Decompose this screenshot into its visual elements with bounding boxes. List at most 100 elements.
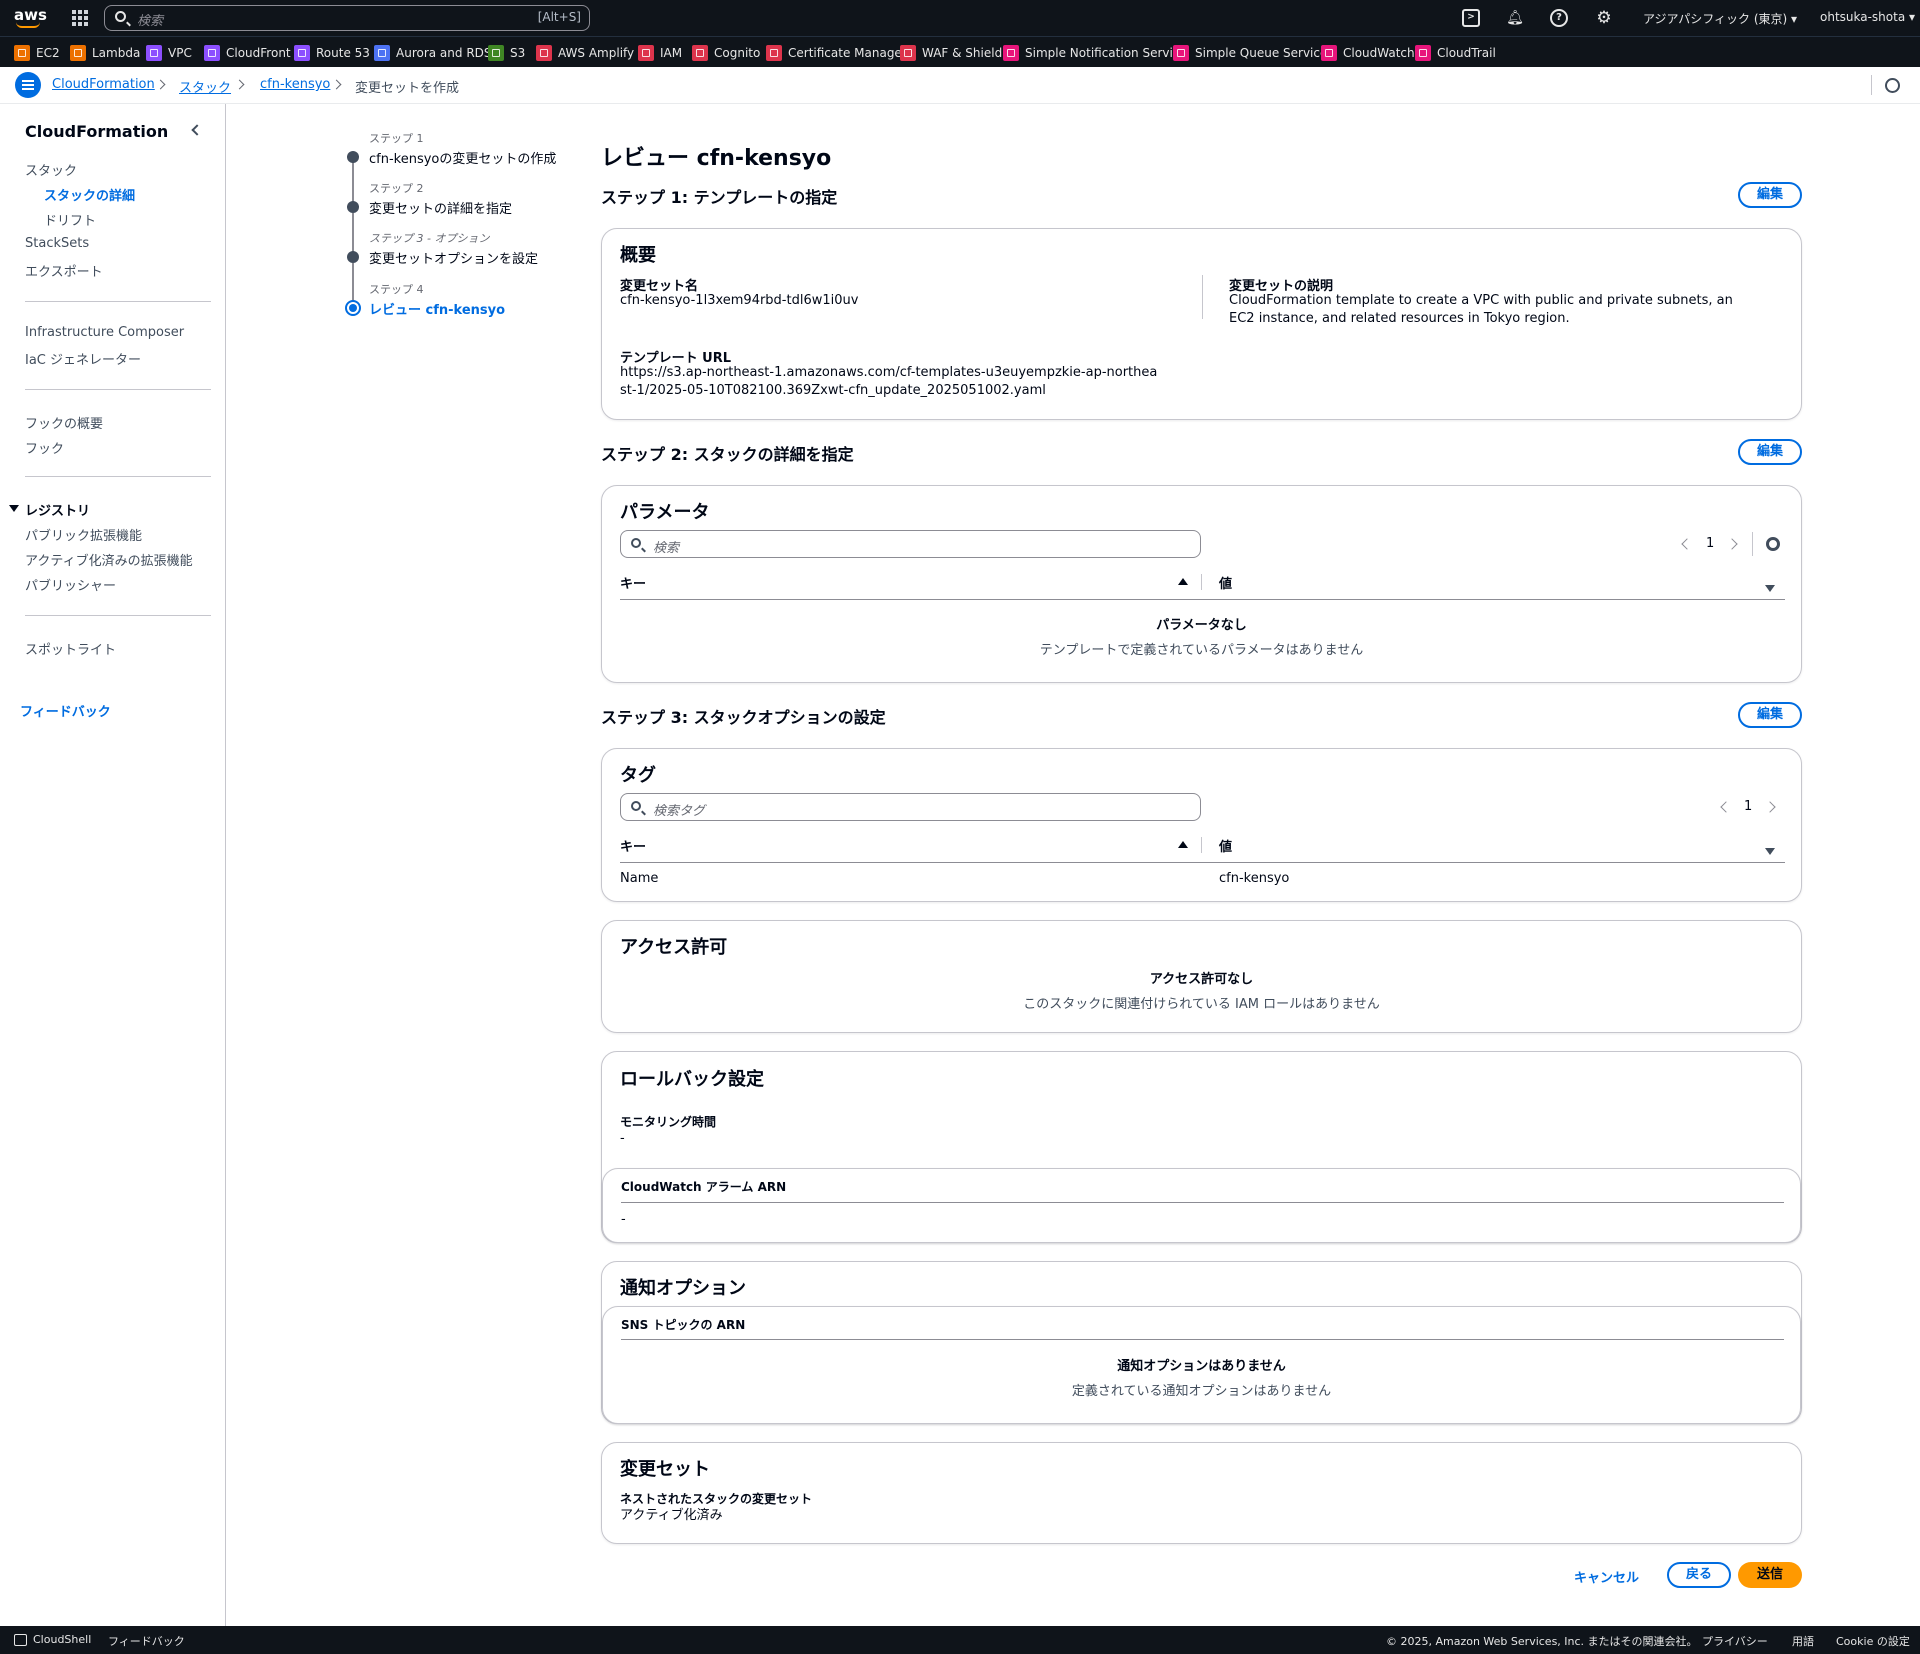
sidenav-item-stack-details[interactable]: スタックの詳細 — [44, 185, 135, 204]
pagination-prev-icon[interactable] — [1720, 801, 1732, 813]
service-icon — [204, 45, 220, 61]
sidenav-feedback-link[interactable]: フィードバック — [20, 701, 111, 720]
table-preferences-gear-icon[interactable] — [1766, 537, 1780, 551]
breadcrumb-cloudformation[interactable]: CloudFormation — [52, 77, 155, 92]
back-button[interactable]: 戻る — [1667, 1562, 1731, 1588]
sidenav-item-hooks[interactable]: フック — [25, 438, 64, 457]
caret-down-icon[interactable] — [9, 505, 19, 512]
favorite-certificate-manager[interactable]: Certificate Manager — [766, 44, 907, 62]
sidenav-item-exports[interactable]: エクスポート — [25, 261, 103, 280]
column-header-key[interactable]: キー — [620, 836, 646, 855]
sort-ascending-icon[interactable] — [1178, 841, 1188, 848]
footer: CloudShell フィードバック © 2025, Amazon Web Se… — [0, 1626, 1920, 1654]
favorite-cloudfront[interactable]: CloudFront — [204, 44, 291, 62]
footer-cookie-settings[interactable]: Cookie の設定 — [1836, 1633, 1910, 1649]
chevron-left-icon[interactable] — [191, 124, 203, 136]
favorite-cloudwatch[interactable]: CloudWatch — [1321, 44, 1415, 62]
overview-card: 概要 変更セット名 cfn-kensyo-1l3xem94rbd-tdl6w1i… — [601, 228, 1802, 420]
sidenav-item-iac-generator[interactable]: IaC ジェネレーター — [25, 349, 141, 368]
overview-title: 概要 — [620, 245, 656, 266]
pagination-next-icon[interactable] — [1764, 801, 1776, 813]
pagination-next-icon[interactable] — [1726, 538, 1738, 550]
favorite-label: Aurora and RDS — [396, 46, 492, 60]
pagination-current-page[interactable]: 1 — [1706, 536, 1714, 551]
submit-button[interactable]: 送信 — [1738, 1562, 1802, 1588]
tags-card: タグ 検索タグ 1 キー 値 Name cfn-kensyo — [601, 748, 1802, 902]
column-header-value[interactable]: 値 — [1219, 573, 1232, 592]
divider — [1752, 532, 1753, 556]
breadcrumb-stacks[interactable]: スタック — [179, 77, 231, 96]
favorite-route-53[interactable]: Route 53 — [294, 44, 370, 62]
sidenav-item-activated-extensions[interactable]: アクティブ化済みの拡張機能 — [25, 550, 193, 569]
sort-descending-icon[interactable] — [1765, 585, 1775, 593]
pagination-prev-icon[interactable] — [1681, 538, 1693, 550]
sidenav-item-public-extensions[interactable]: パブリック拡張機能 — [25, 525, 142, 544]
sidenav-title[interactable]: CloudFormation — [25, 122, 168, 141]
pagination-current-page[interactable]: 1 — [1744, 799, 1752, 814]
sidenav-item-stacks[interactable]: スタック — [25, 160, 77, 179]
favorite-simple-notification-service[interactable]: Simple Notification Service — [1003, 44, 1187, 62]
edit-step-1-button[interactable]: 編集 — [1738, 182, 1802, 208]
wizard-connector — [352, 263, 354, 303]
favorite-s3[interactable]: S3 — [488, 44, 525, 62]
favorite-aurora-and-rds[interactable]: Aurora and RDS — [374, 44, 492, 62]
bell-icon[interactable]: 🔔︎ — [1506, 9, 1524, 27]
wizard-step-1-title[interactable]: cfn-kensyoの変更セットの作成 — [369, 148, 556, 167]
divider — [1202, 275, 1203, 319]
favorite-aws-amplify[interactable]: AWS Amplify — [536, 44, 634, 62]
favorite-label: EC2 — [36, 46, 60, 60]
cancel-button[interactable]: キャンセル — [1574, 1567, 1639, 1586]
sidenav-item-stacksets[interactable]: StackSets — [25, 236, 89, 251]
settings-icon[interactable]: ⚙ — [1595, 9, 1613, 27]
global-search-input[interactable]: 検索 [Alt+S] — [104, 5, 590, 31]
sidenav-item-hooks-overview[interactable]: フックの概要 — [25, 413, 103, 432]
sort-ascending-icon[interactable] — [1178, 578, 1188, 585]
sidenav-item-drift[interactable]: ドリフト — [44, 210, 96, 229]
wizard-connector — [352, 213, 354, 253]
column-separator — [1201, 574, 1202, 590]
sort-descending-icon[interactable] — [1765, 848, 1775, 856]
column-header-value[interactable]: 値 — [1219, 836, 1232, 855]
favorite-waf-shield[interactable]: WAF & Shield — [900, 44, 1002, 62]
favorite-label: WAF & Shield — [922, 46, 1003, 60]
service-icon — [766, 45, 782, 61]
tags-search-input[interactable]: 検索タグ — [620, 793, 1201, 821]
favorite-iam[interactable]: IAM — [638, 44, 682, 62]
sidenav-item-infrastructure-composer[interactable]: Infrastructure Composer — [25, 325, 184, 340]
footer-copyright: © 2025, Amazon Web Services, Inc. またはその関… — [1386, 1635, 1698, 1648]
cloudshell-icon[interactable] — [14, 1634, 27, 1646]
sidenav-item-spotlight[interactable]: スポットライト — [25, 639, 116, 658]
side-menu-button[interactable] — [15, 72, 41, 98]
template-url-value[interactable]: https://s3.ap-northeast-1.amazonaws.com/… — [620, 364, 1160, 400]
aws-logo[interactable]: aws — [14, 6, 47, 30]
divider — [25, 301, 211, 302]
search-shortcut: [Alt+S] — [537, 10, 581, 24]
sidenav-item-publishers[interactable]: パブリッシャー — [25, 575, 116, 594]
favorite-cognito[interactable]: Cognito — [692, 44, 760, 62]
wizard-step-3-label: ステップ 3 - オプション — [369, 232, 490, 245]
favorite-vpc[interactable]: VPC — [146, 44, 192, 62]
notification-empty-description: 定義されている通知オプションはありません — [1071, 1384, 1332, 1399]
favorite-cloudtrail[interactable]: CloudTrail — [1415, 44, 1496, 62]
sidenav-section-registry[interactable]: レジストリ — [25, 500, 90, 519]
help-icon[interactable]: ? — [1550, 9, 1568, 27]
footer-cloudshell[interactable]: CloudShell — [33, 1633, 91, 1646]
apps-grid-icon[interactable] — [72, 10, 88, 26]
favorite-lambda[interactable]: Lambda — [70, 44, 140, 62]
breadcrumb-stack-name[interactable]: cfn-kensyo — [260, 77, 330, 92]
footer-privacy[interactable]: プライバシー — [1702, 1633, 1768, 1649]
account-menu[interactable]: ohtsuka-shota ▾ — [1820, 10, 1915, 24]
favorite-ec2[interactable]: EC2 — [14, 44, 60, 62]
region-selector[interactable]: アジアパシフィック (東京) ▾ — [1643, 10, 1797, 27]
edit-step-2-button[interactable]: 編集 — [1738, 439, 1802, 465]
wizard-step-2-title[interactable]: 変更セットの詳細を指定 — [369, 198, 512, 217]
favorite-simple-queue-service[interactable]: Simple Queue Service — [1173, 44, 1327, 62]
parameters-search-input[interactable]: 検索 — [620, 530, 1201, 558]
footer-terms[interactable]: 用語 — [1792, 1633, 1814, 1649]
cloudshell-icon[interactable]: > — [1462, 9, 1480, 27]
tools-panel-icon[interactable] — [1885, 78, 1900, 93]
wizard-step-3-title[interactable]: 変更セットオプションを設定 — [369, 248, 538, 267]
column-header-key[interactable]: キー — [620, 573, 646, 592]
footer-feedback[interactable]: フィードバック — [108, 1633, 185, 1649]
edit-step-3-button[interactable]: 編集 — [1738, 702, 1802, 728]
